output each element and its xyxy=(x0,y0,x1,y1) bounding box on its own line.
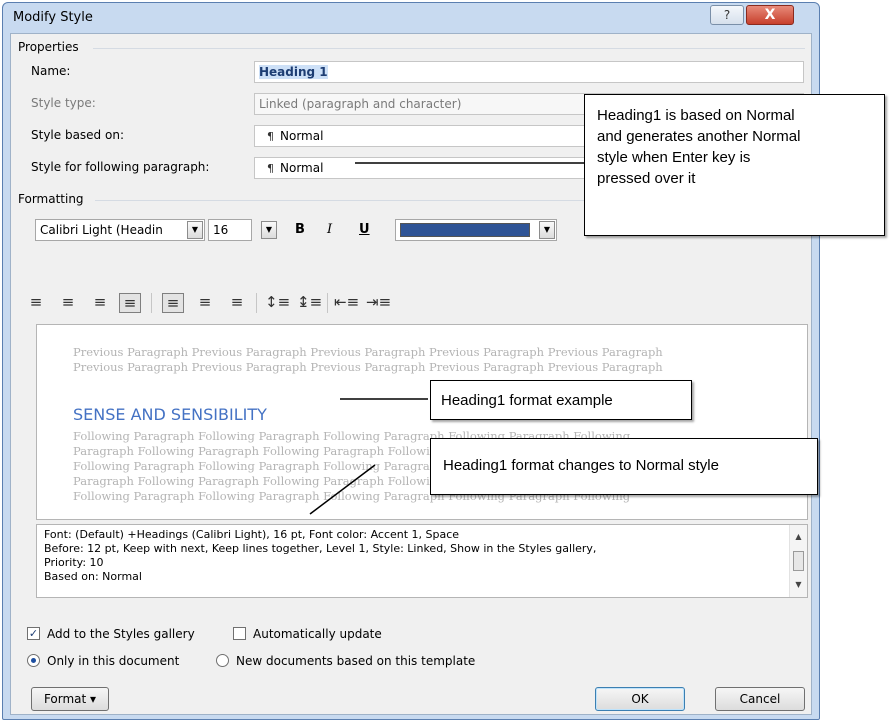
based-on-callout: Heading1 is based on Normal and generate… xyxy=(584,94,885,236)
format-change-leader xyxy=(309,464,376,515)
callout-line: style when Enter key is xyxy=(597,149,751,166)
callout-line: and generates another Normal xyxy=(597,128,801,145)
format-example-callout: Heading1 format example xyxy=(430,380,692,420)
callout-line: pressed over it xyxy=(597,170,696,187)
format-change-callout: Heading1 format changes to Normal style xyxy=(430,438,818,495)
callout-line: Heading1 is based on Normal xyxy=(597,107,795,124)
